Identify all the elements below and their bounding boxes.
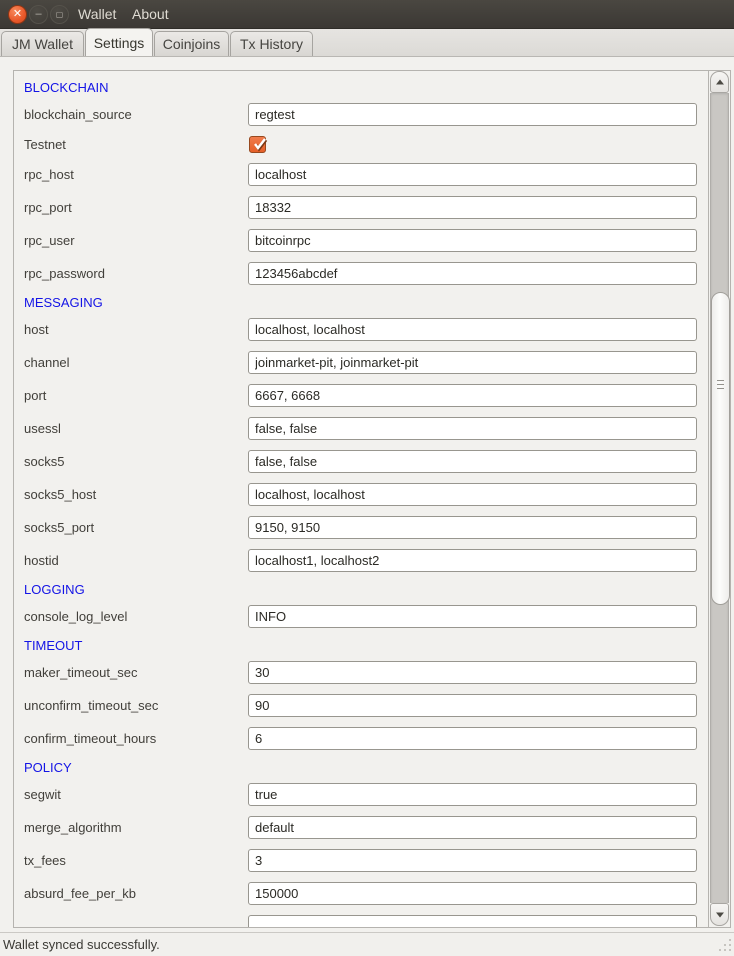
minimize-button[interactable]: – (29, 5, 48, 24)
scroll-down-button[interactable] (710, 903, 729, 926)
scroll-up-icon (716, 80, 724, 85)
maximize-icon: ▢ (56, 10, 64, 19)
vertical-scrollbar[interactable] (708, 71, 730, 927)
tab-settings[interactable]: Settings (85, 28, 153, 56)
menu-about[interactable]: About (132, 0, 169, 29)
scroll-up-button[interactable] (710, 71, 729, 93)
tab-tx-history[interactable]: Tx History (230, 31, 313, 56)
input-rpc_port[interactable] (248, 196, 697, 219)
field-label-blockchain_source: blockchain_source (24, 103, 132, 126)
field-label-rpc_user: rpc_user (24, 229, 75, 252)
input-port[interactable] (248, 384, 697, 407)
section-header-blockchain: BLOCKCHAIN (24, 80, 109, 96)
field-label-hostid: hostid (24, 549, 59, 572)
field-label-port: port (24, 384, 46, 407)
section-header-messaging: MESSAGING (24, 295, 103, 311)
scrollbar-thumb[interactable] (711, 292, 730, 605)
input-socks5_port[interactable] (248, 516, 697, 539)
field-label-rpc_port: rpc_port (24, 196, 72, 219)
close-button[interactable]: ✕ (8, 5, 27, 24)
menu-wallet[interactable]: Wallet (78, 0, 116, 29)
input-socks5_host[interactable] (248, 483, 697, 506)
field-label-usessl: usessl (24, 417, 61, 440)
check-icon (251, 135, 269, 153)
window-titlebar[interactable]: ✕ – ▢ Wallet About (0, 0, 734, 29)
input-channel[interactable] (248, 351, 697, 374)
tab-coinjoins[interactable]: Coinjoins (154, 31, 229, 56)
input-rpc_password[interactable] (248, 262, 697, 285)
scrollbar-grip-icon (717, 380, 724, 392)
field-label-merge_algorithm: merge_algorithm (24, 816, 122, 839)
input-partial[interactable] (248, 915, 697, 927)
app-window: ✕ – ▢ Wallet About JM WalletSettingsCoin… (0, 0, 734, 956)
input-tx_fees[interactable] (248, 849, 697, 872)
field-label-console_log_level: console_log_level (24, 605, 127, 628)
testnet-checkbox[interactable] (249, 136, 266, 153)
input-rpc_host[interactable] (248, 163, 697, 186)
field-label-unconfirm_timeout_sec: unconfirm_timeout_sec (24, 694, 158, 717)
input-socks5[interactable] (248, 450, 697, 473)
settings-pane: BLOCKCHAIN blockchain_source Testnet rpc_ho… (0, 57, 734, 932)
input-maker_timeout_sec[interactable] (248, 661, 697, 684)
minimize-icon: – (35, 8, 41, 20)
field-label-channel: channel (24, 351, 70, 374)
field-label-rpc_host: rpc_host (24, 163, 74, 186)
input-rpc_user[interactable] (248, 229, 697, 252)
input-blockchain_source[interactable] (248, 103, 697, 126)
section-header-logging: LOGGING (24, 582, 85, 598)
field-label-socks5_port: socks5_port (24, 516, 94, 539)
input-segwit[interactable] (248, 783, 697, 806)
settings-form: BLOCKCHAIN blockchain_source Testnet rpc_ho… (14, 71, 708, 927)
input-console_log_level[interactable] (248, 605, 697, 628)
input-merge_algorithm[interactable] (248, 816, 697, 839)
maximize-button[interactable]: ▢ (50, 5, 69, 24)
field-label-segwit: segwit (24, 783, 61, 806)
input-unconfirm_timeout_sec[interactable] (248, 694, 697, 717)
status-message: Wallet synced successfully. (3, 933, 160, 956)
close-icon: ✕ (13, 8, 22, 20)
tab-bar: JM WalletSettingsCoinjoinsTx History (0, 29, 734, 57)
resize-grip[interactable] (717, 939, 731, 953)
input-hostid[interactable] (248, 549, 697, 572)
settings-form-frame: BLOCKCHAIN blockchain_source Testnet rpc_ho… (13, 70, 731, 928)
field-label-socks5_host: socks5_host (24, 483, 96, 506)
field-label-confirm_timeout_hours: confirm_timeout_hours (24, 727, 156, 750)
field-label-absurd_fee_per_kb: absurd_fee_per_kb (24, 882, 136, 905)
input-absurd_fee_per_kb[interactable] (248, 882, 697, 905)
section-header-timeout: TIMEOUT (24, 638, 83, 654)
checkbox-label-testnet: Testnet (24, 136, 66, 153)
field-label-maker_timeout_sec: maker_timeout_sec (24, 661, 137, 684)
scrollbar-track[interactable] (710, 93, 729, 903)
input-host[interactable] (248, 318, 697, 341)
field-label-tx_fees: tx_fees (24, 849, 66, 872)
field-label-host: host (24, 318, 49, 341)
field-label-rpc_password: rpc_password (24, 262, 105, 285)
field-label-socks5: socks5 (24, 450, 64, 473)
tab-jm-wallet[interactable]: JM Wallet (1, 31, 84, 56)
scroll-down-icon (716, 912, 724, 917)
section-header-policy: POLICY (24, 760, 72, 776)
input-confirm_timeout_hours[interactable] (248, 727, 697, 750)
input-usessl[interactable] (248, 417, 697, 440)
status-bar: Wallet synced successfully. (0, 932, 734, 956)
